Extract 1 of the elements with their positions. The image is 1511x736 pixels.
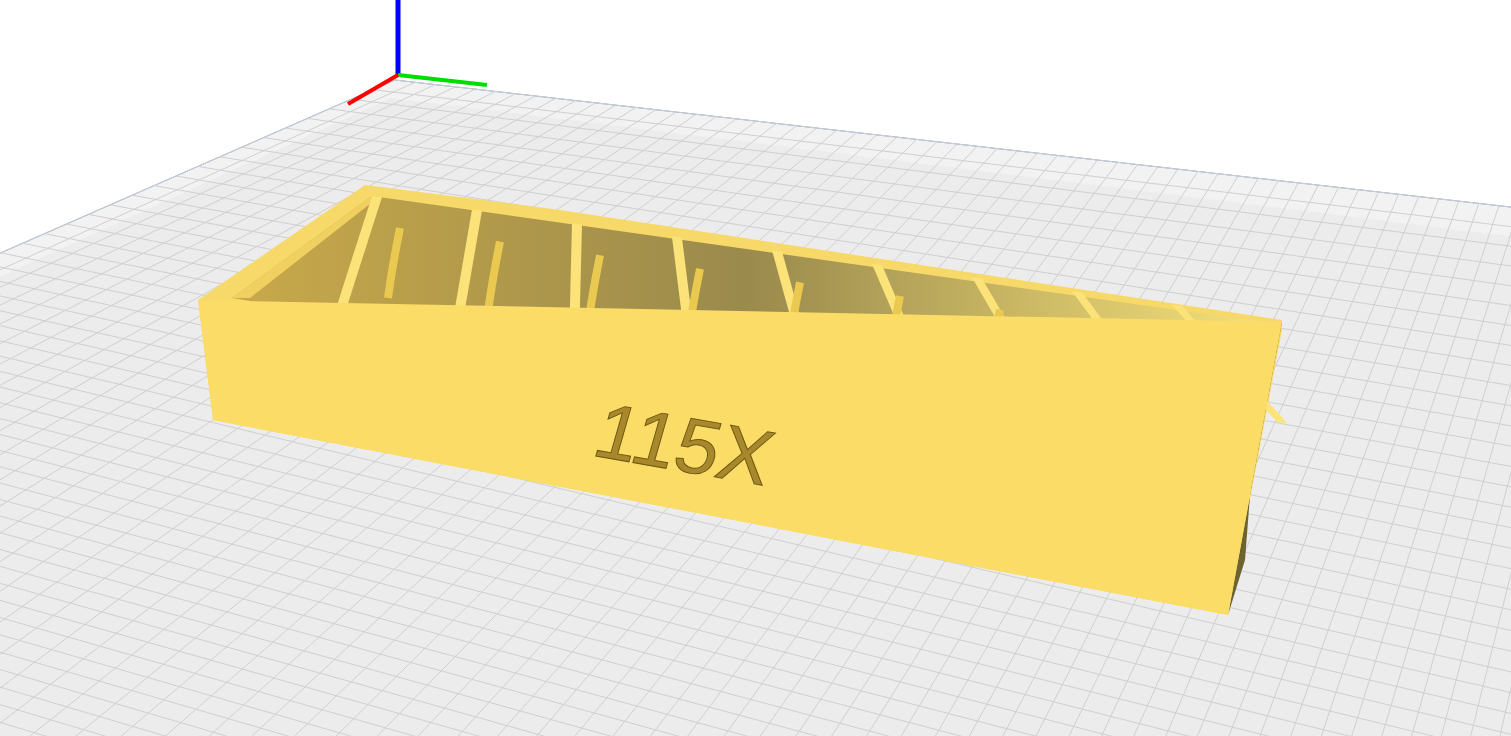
model-engraving: 115X [585,386,784,502]
